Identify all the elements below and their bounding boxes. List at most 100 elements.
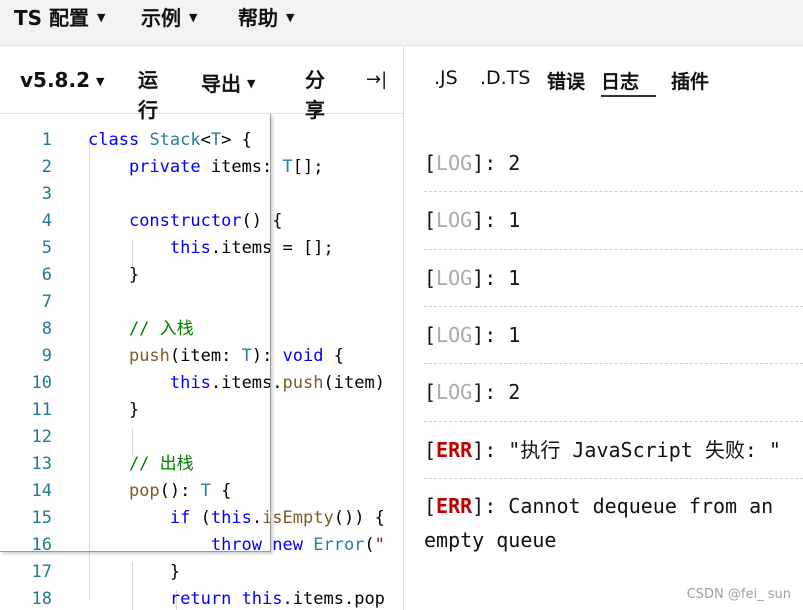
code-line[interactable]: 5 this.items = []; — [0, 235, 403, 262]
line-number: 13 — [31, 454, 52, 474]
log-entry: [LOG]: 1 — [424, 192, 803, 250]
editor-pane: v5.8.2 ▼ 运行 导出 ▼ 分享 →| 1 class Stack<T> {… — [0, 45, 403, 610]
code-line[interactable]: 11 } — [0, 397, 403, 424]
line-number: 1 — [41, 130, 52, 150]
log-entry: [LOG]: 1 — [424, 250, 803, 307]
log-bracket: ] — [472, 494, 485, 518]
log-level: ERR — [436, 438, 473, 462]
version-label: v5.8.2 — [20, 68, 90, 92]
line-number: 15 — [31, 508, 52, 528]
tab-dts[interactable]: .D.TS — [480, 67, 530, 89]
code-line[interactable]: 14 pop(): T { — [0, 478, 403, 505]
tab-errors[interactable]: 错误 — [547, 67, 585, 94]
code-text: } — [88, 562, 181, 582]
line-number: 8 — [41, 319, 52, 339]
menu-examples-label: 示例 — [141, 6, 181, 30]
log-bracket: [ — [424, 494, 437, 518]
log-bracket: ] — [472, 438, 485, 462]
menu-help[interactable]: 帮助 ▼ — [238, 2, 294, 31]
code-text: } — [88, 400, 140, 420]
code-line[interactable]: 3 — [0, 181, 403, 208]
log-message: : 2 — [484, 380, 521, 404]
code-text: pop(): T { — [128, 481, 232, 501]
line-number: 16 — [31, 535, 52, 555]
line-number: 4 — [41, 211, 52, 231]
log-bracket: ] — [472, 266, 485, 290]
log-entry: [ERR]: Cannot dequeue from an empty queu… — [424, 479, 803, 552]
line-number: 3 — [41, 184, 52, 204]
log-entry: [LOG]: 2 — [424, 364, 803, 422]
log-level: LOG — [436, 208, 473, 232]
code-line[interactable]: 16 throw new Error(" — [0, 532, 403, 559]
log-message: : 1 — [484, 266, 521, 290]
code-line[interactable]: 2 private items: T[]; — [0, 154, 403, 181]
menu-ts-config-label: TS 配置 — [14, 6, 90, 30]
code-line[interactable]: 4 constructor() { — [0, 208, 403, 235]
log-message: : 2 — [484, 151, 521, 175]
log-level: LOG — [436, 380, 473, 404]
chevron-down-icon: ▼ — [95, 74, 105, 88]
code-line[interactable]: 8 // 入栈 — [0, 316, 403, 343]
code-editor[interactable]: 1 class Stack<T> {2 private items: T[]; 3 4… — [0, 114, 403, 610]
tab-plugins[interactable]: 插件 — [671, 67, 709, 94]
line-number: 14 — [31, 481, 52, 501]
code-line[interactable]: 9 push(item: T): void { — [0, 343, 403, 370]
log-bracket: ] — [472, 380, 485, 404]
line-number: 9 — [41, 346, 52, 366]
line-number: 12 — [31, 427, 52, 447]
log-level: LOG — [436, 266, 473, 290]
line-number: 7 — [41, 292, 52, 312]
code-line[interactable]: 13 // 出栈 — [0, 451, 403, 478]
log-message: : 1 — [484, 323, 521, 347]
code-text: private items: T[]; — [128, 157, 324, 177]
tab-logs[interactable]: 日志 — [601, 67, 656, 97]
log-entry: [ERR]: "执行 JavaScript 失败: " — [424, 422, 803, 479]
top-menu-bar: TS 配置 ▼ 示例 ▼ 帮助 ▼ — [0, 0, 803, 46]
tab-js[interactable]: .JS — [434, 67, 458, 89]
output-tabs: .JS .D.TS 错误 日志 插件 — [404, 45, 803, 113]
line-number: 6 — [41, 265, 52, 285]
export-label: 导出 — [201, 72, 241, 96]
code-line[interactable]: 1 class Stack<T> { — [0, 127, 403, 154]
code-text: constructor() { — [128, 211, 283, 231]
collapse-pane-icon[interactable]: →| — [366, 69, 387, 90]
code-text: throw new Error(" — [210, 535, 385, 555]
log-message: : "执行 JavaScript 失败: " — [484, 438, 781, 462]
line-number: 11 — [31, 400, 52, 420]
line-number: 10 — [31, 373, 52, 393]
log-bracket: ] — [472, 323, 485, 347]
log-message: : 1 — [484, 208, 521, 232]
log-level: ERR — [436, 494, 473, 518]
log-entry: [LOG]: 1 — [424, 307, 803, 364]
chevron-down-icon: ▼ — [189, 11, 198, 24]
code-line[interactable]: 6 } — [0, 262, 403, 289]
version-select[interactable]: v5.8.2 ▼ — [20, 68, 104, 92]
menu-ts-config[interactable]: TS 配置 ▼ — [14, 2, 105, 31]
code-line[interactable]: 17 } — [0, 559, 403, 586]
code-text: this.items = []; — [169, 238, 334, 258]
code-text: // 入栈 — [88, 319, 194, 339]
chevron-down-icon: ▼ — [97, 11, 106, 24]
log-entry: [LOG]: 2 — [424, 135, 803, 192]
code-text: if (this.isEmpty()) { — [169, 508, 385, 528]
chevron-down-icon: ▼ — [247, 77, 256, 90]
code-line[interactable]: 12 — [0, 424, 403, 451]
log-bracket: [ — [424, 151, 437, 175]
code-line[interactable]: 15 if (this.isEmpty()) { — [0, 505, 403, 532]
output-pane: .JS .D.TS 错误 日志 插件 [LOG]: 2 [LOG]: 1 [LOG]… — [404, 45, 803, 610]
code-text: } — [88, 265, 140, 285]
export-menu[interactable]: 导出 ▼ — [201, 68, 255, 97]
log-bracket: ] — [472, 208, 485, 232]
code-line[interactable]: 18 return this.items.pop — [0, 586, 403, 610]
menu-help-label: 帮助 — [238, 6, 278, 30]
log-bracket: [ — [424, 266, 437, 290]
log-bracket: [ — [424, 208, 437, 232]
line-number: 5 — [41, 238, 52, 258]
code-text: this.items.push(item) — [169, 373, 385, 393]
menu-examples[interactable]: 示例 ▼ — [141, 2, 197, 31]
code-line[interactable]: 10 this.items.push(item) — [0, 370, 403, 397]
code-text: push(item: T): void { — [128, 346, 344, 366]
log-bracket: [ — [424, 438, 437, 462]
code-line[interactable]: 7 — [0, 289, 403, 316]
line-number: 2 — [41, 157, 52, 177]
